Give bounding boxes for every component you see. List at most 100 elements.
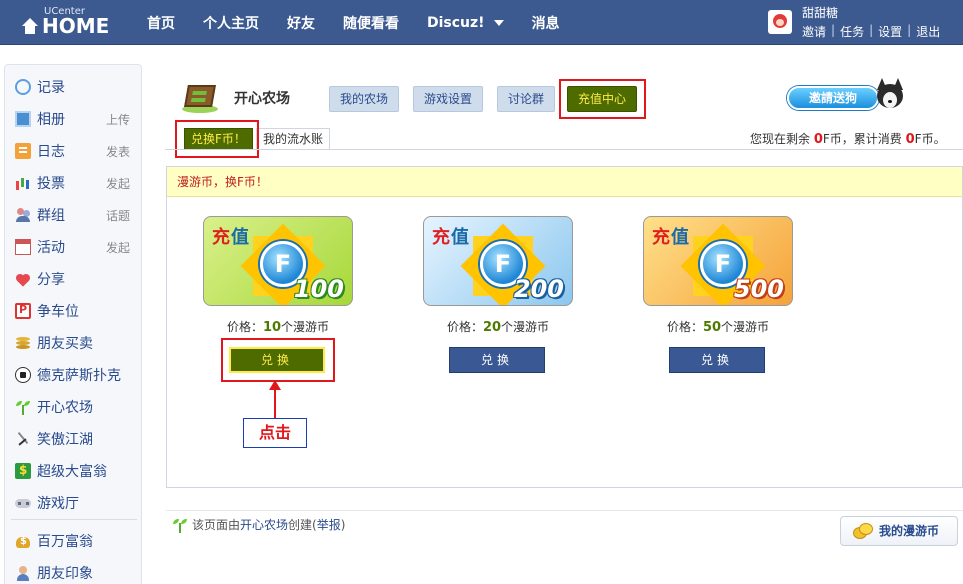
sidebar: 记录 相册 上传 日志 发表 投票 发起 群组 话题 活动 发起 分享 争车位 … bbox=[4, 64, 142, 584]
sidebar-item-monopoly[interactable]: 超级大富翁 bbox=[15, 460, 140, 482]
price-value: 10 bbox=[262, 320, 282, 335]
card-title-a: 充 bbox=[212, 227, 231, 248]
sidebar-item-records[interactable]: 记录 bbox=[15, 76, 140, 98]
person-icon bbox=[15, 565, 31, 581]
product-card-100[interactable]: 充值 F 100 bbox=[203, 216, 353, 306]
tab-highlight-box bbox=[559, 79, 646, 119]
gamepad-icon bbox=[15, 495, 31, 511]
card-title: 充值 bbox=[652, 223, 690, 249]
invite-dog-button[interactable]: 邀請送狗 bbox=[787, 78, 911, 116]
card-amount: 200 bbox=[513, 275, 564, 303]
sidebar-item-label: 分享 bbox=[37, 272, 65, 288]
footer-credit: 该页面由 开心农场 创建( 举报 ) bbox=[172, 516, 345, 533]
sidebar-item-label: 争车位 bbox=[37, 304, 79, 320]
user-avatar[interactable] bbox=[768, 10, 792, 34]
sidebar-item-label: 相册 bbox=[37, 112, 65, 128]
publish-link[interactable]: 发表 bbox=[106, 143, 130, 160]
product-card-200[interactable]: 充值 F 200 bbox=[423, 216, 573, 306]
notice-banner: 漫游币，换F币！ bbox=[167, 167, 962, 197]
nav-browse[interactable]: 随便看看 bbox=[343, 13, 399, 33]
avatar-face bbox=[776, 19, 784, 26]
exchange-button-500[interactable]: 兑换 bbox=[669, 347, 765, 373]
brand-large-text: HOME bbox=[42, 14, 110, 38]
price-label: 价格： bbox=[226, 320, 263, 334]
card-title-b: 值 bbox=[231, 227, 250, 248]
settings-link[interactable]: 设置 bbox=[878, 23, 902, 40]
sidebar-item-jianghu[interactable]: 笑傲江湖 bbox=[15, 428, 140, 450]
sidebar-item-parking[interactable]: 争车位 bbox=[15, 300, 140, 322]
footer-app-link[interactable]: 开心农场 bbox=[240, 516, 288, 533]
exchange-button-200[interactable]: 兑换 bbox=[449, 347, 545, 373]
card-title-b: 值 bbox=[671, 227, 690, 248]
sidebar-item-poll[interactable]: 投票 发起 bbox=[15, 172, 140, 194]
footer-suffix: ) bbox=[340, 517, 346, 532]
sprout-icon bbox=[15, 399, 31, 415]
sidebar-item-happy-farm[interactable]: 开心农场 bbox=[15, 396, 140, 418]
subtab-highlight-box bbox=[175, 120, 259, 158]
price-label: 价格： bbox=[446, 320, 483, 334]
photo-icon bbox=[15, 111, 31, 127]
home-icon bbox=[22, 18, 38, 34]
top-navigation-bar: UCenter HOME 首页 个人主页 好友 随便看看 Discuz! 消息 … bbox=[0, 0, 963, 45]
card-title: 充值 bbox=[212, 223, 250, 249]
calendar-icon bbox=[15, 239, 31, 255]
sidebar-item-game-hall[interactable]: 游戏厅 bbox=[15, 492, 140, 514]
tab-discussion-group[interactable]: 讨论群 bbox=[497, 86, 556, 112]
click-annotation: 点击 bbox=[243, 418, 307, 448]
nav-messages[interactable]: 消息 bbox=[532, 13, 560, 33]
nav-friends[interactable]: 好友 bbox=[287, 13, 315, 33]
user-name[interactable]: 甜甜糖 bbox=[802, 4, 838, 21]
sidebar-item-poker[interactable]: 德克萨斯扑克 bbox=[15, 364, 140, 386]
sidebar-item-label: 游戏厅 bbox=[37, 496, 79, 512]
sidebar-item-events[interactable]: 活动 发起 bbox=[15, 236, 140, 258]
start-event-link[interactable]: 发起 bbox=[106, 239, 130, 256]
nav-profile[interactable]: 个人主页 bbox=[203, 13, 259, 33]
logout-link[interactable]: 退出 bbox=[916, 23, 940, 40]
sidebar-item-label: 朋友买卖 bbox=[37, 336, 93, 352]
topics-link[interactable]: 话题 bbox=[106, 207, 130, 224]
main-nav: 首页 个人主页 好友 随便看看 Discuz! 消息 bbox=[147, 0, 588, 45]
tab-game-settings[interactable]: 游戏设置 bbox=[413, 86, 484, 112]
card-title: 充值 bbox=[432, 223, 470, 249]
product-card-500[interactable]: 充值 F 500 bbox=[643, 216, 793, 306]
invite-link[interactable]: 邀请 bbox=[802, 23, 826, 40]
tasks-link[interactable]: 任务 bbox=[840, 23, 864, 40]
money-icon bbox=[15, 463, 31, 479]
nav-discuz-label: Discuz! bbox=[427, 14, 485, 31]
price-value: 20 bbox=[482, 320, 502, 335]
sidebar-item-label: 开心农场 bbox=[37, 400, 93, 416]
nav-discuz[interactable]: Discuz! bbox=[427, 15, 504, 31]
money-bag-icon bbox=[15, 533, 31, 549]
sidebar-item-millionaire[interactable]: 百万富翁 bbox=[15, 530, 140, 552]
sidebar-item-friend-trade[interactable]: 朋友买卖 bbox=[15, 332, 140, 354]
footer-prefix: 该页面由 bbox=[192, 518, 241, 532]
card-title-a: 充 bbox=[432, 227, 451, 248]
sidebar-item-label: 群组 bbox=[37, 208, 65, 224]
sidebar-item-impressions[interactable]: 朋友印象 bbox=[15, 562, 140, 584]
sidebar-item-label: 记录 bbox=[37, 80, 65, 96]
separator: | bbox=[869, 23, 874, 37]
price-unit: 个漫游币 bbox=[501, 320, 550, 334]
product-price: 价格：10个漫游币 bbox=[203, 318, 353, 335]
sidebar-item-label: 日志 bbox=[37, 144, 65, 160]
sidebar-item-groups[interactable]: 群组 话题 bbox=[15, 204, 140, 226]
card-amount: 500 bbox=[733, 275, 784, 303]
upload-link[interactable]: 上传 bbox=[106, 111, 130, 128]
tab-my-farm[interactable]: 我的农场 bbox=[329, 86, 400, 112]
sidebar-item-blog[interactable]: 日志 发表 bbox=[15, 140, 140, 162]
my-roaming-coins-button[interactable]: 我的漫游币 bbox=[840, 516, 958, 546]
subtab-my-ledger[interactable]: 我的流水账 bbox=[256, 128, 331, 150]
start-poll-link[interactable]: 发起 bbox=[106, 175, 130, 192]
nav-home[interactable]: 首页 bbox=[147, 13, 175, 33]
coins-icon bbox=[853, 523, 873, 539]
report-link[interactable]: 举报 bbox=[317, 516, 341, 533]
price-label: 价格： bbox=[666, 320, 703, 334]
sidebar-item-label: 投票 bbox=[37, 176, 65, 192]
invite-dog-label: 邀請送狗 bbox=[787, 86, 879, 110]
sidebar-item-label: 德克萨斯扑克 bbox=[37, 368, 121, 384]
chevron-down-icon[interactable] bbox=[493, 19, 504, 26]
sidebar-item-label: 笑傲江湖 bbox=[37, 432, 93, 448]
card-title-a: 充 bbox=[652, 227, 671, 248]
sidebar-item-album[interactable]: 相册 上传 bbox=[15, 108, 140, 130]
sidebar-item-share[interactable]: 分享 bbox=[15, 268, 140, 290]
